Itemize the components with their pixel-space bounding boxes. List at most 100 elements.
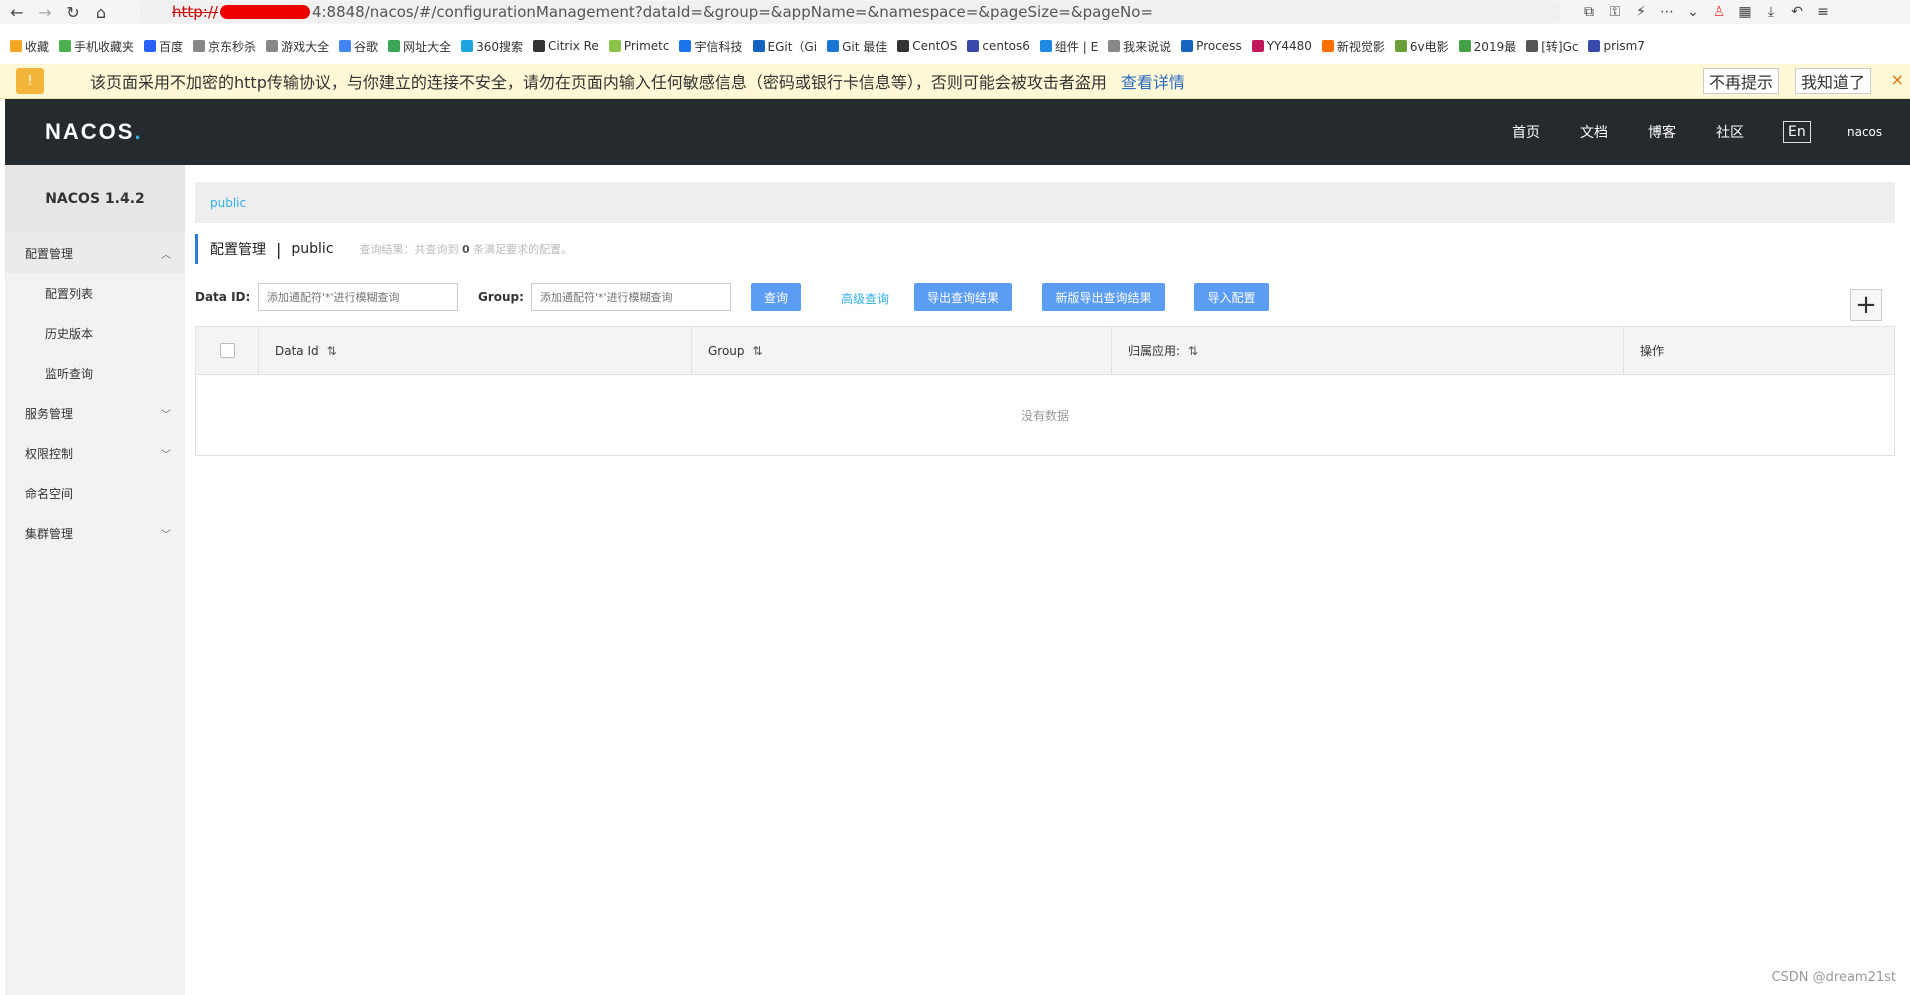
sidebar-item-listener-query[interactable]: 监听查询: [5, 353, 185, 393]
bookmark-icon: [679, 40, 692, 52]
group-input[interactable]: [531, 283, 731, 311]
bookmark-item[interactable]: Citrix Re: [533, 39, 599, 53]
bookmark-item[interactable]: 2019最: [1458, 38, 1516, 55]
bookmark-item[interactable]: 谷歌: [339, 38, 378, 55]
sort-icon[interactable]: ⇅: [327, 344, 337, 358]
download-icon[interactable]: ⤓: [1758, 1, 1784, 23]
bookmark-item[interactable]: Process: [1181, 39, 1242, 53]
bookmarks-bar: 收藏 手机收藏夹 百度 京东秒杀 游戏大全 谷歌 网址大全 360搜索 Citrix Re Pri…: [0, 34, 1910, 58]
export-results-button[interactable]: 导出查询结果: [914, 283, 1012, 311]
bookmark-item[interactable]: EGit（Gi: [752, 38, 817, 55]
user-name[interactable]: nacos: [1847, 99, 1882, 165]
import-config-button[interactable]: 导入配置: [1194, 283, 1269, 311]
query-button[interactable]: 查询: [751, 283, 801, 311]
sidebar-item-config-management[interactable]: 配置管理 ︿: [5, 233, 185, 273]
nav-home[interactable]: 首页: [1512, 99, 1540, 165]
bookmark-item[interactable]: 网址大全: [388, 38, 451, 55]
warning-icon: !: [16, 68, 44, 94]
bookmark-item[interactable]: 百度: [144, 38, 183, 55]
language-toggle[interactable]: En: [1783, 121, 1811, 143]
bookmark-item[interactable]: 360搜索: [461, 38, 523, 55]
bookmark-item[interactable]: Primetc: [608, 39, 669, 53]
reload-icon[interactable]: ↻: [62, 1, 84, 23]
sidebar-item-history-versions[interactable]: 历史版本: [5, 313, 185, 353]
bookmark-item[interactable]: 6v电影: [1394, 38, 1449, 55]
sidebar-item-config-list[interactable]: 配置列表: [5, 273, 185, 313]
bookmark-icon: [339, 40, 352, 52]
group-label: Group:: [478, 290, 524, 304]
address-bar[interactable]: http:// 4:8848/nacos/#/configurationMana…: [140, 1, 1560, 23]
namespace-public[interactable]: public: [210, 196, 246, 210]
sidebar-item-label: 配置列表: [45, 286, 94, 301]
column-app[interactable]: 归属应用: ⇅: [1112, 327, 1624, 374]
redacted-host: [219, 5, 310, 19]
nav-docs[interactable]: 文档: [1580, 99, 1608, 165]
watermark: CSDN @dream21st: [1771, 970, 1896, 985]
bookmark-icon: [1039, 40, 1052, 52]
sort-icon[interactable]: ⇅: [1188, 344, 1198, 358]
key-icon[interactable]: ⚿: [1602, 1, 1628, 23]
sidebar-item-label: 历史版本: [45, 326, 94, 341]
extension-icon[interactable]: ♙: [1706, 1, 1732, 23]
got-it-button[interactable]: 我知道了: [1795, 68, 1871, 94]
sidebar-menu: 配置管理 ︿ 配置列表历史版本监听查询服务管理 ﹀ 权限控制 ﹀ 命名空间 集群管理 ﹀: [5, 233, 185, 553]
chevron-down-icon[interactable]: ⌄: [1680, 1, 1706, 23]
bookmark-icon: [1526, 40, 1539, 52]
bookmark-item[interactable]: Git 最佳: [827, 38, 887, 55]
bookmark-item[interactable]: 我来说说: [1108, 38, 1171, 55]
nacos-logo[interactable]: NACOS.: [45, 119, 143, 145]
sidebar-item-service-management[interactable]: 服务管理 ﹀: [5, 393, 185, 433]
title-namespace: public: [291, 241, 334, 257]
bookmark-icon: [1108, 40, 1121, 52]
sidebar-item-permission-control[interactable]: 权限控制 ﹀: [5, 433, 185, 473]
undo-icon[interactable]: ↶: [1784, 1, 1810, 23]
bookmark-icon: [1394, 40, 1407, 52]
bookmark-item[interactable]: 收藏: [10, 38, 49, 55]
select-all-checkbox[interactable]: [219, 343, 235, 358]
query-result-hint: 查询结果：共查询到 0 条满足要求的配置。: [359, 243, 573, 256]
sidebar-item-cluster-management[interactable]: 集群管理 ﹀: [5, 513, 185, 553]
bookmark-item[interactable]: CentOS: [897, 39, 957, 53]
more-icon[interactable]: ⋯: [1654, 1, 1680, 23]
translate-icon[interactable]: ⧉: [1576, 1, 1602, 23]
bookmark-item[interactable]: 手机收藏夹: [59, 38, 134, 55]
advanced-query-link[interactable]: 高级查询: [841, 290, 889, 307]
warning-text: 该页面采用不加密的http传输协议，与你建立的连接不安全，请勿在页面内输入任何敏…: [90, 73, 1107, 92]
nav-blog[interactable]: 博客: [1648, 99, 1676, 165]
bookmark-item[interactable]: 新视觉影: [1321, 38, 1385, 55]
bookmark-item[interactable]: prism7: [1588, 39, 1645, 53]
bookmark-item[interactable]: 游戏大全: [266, 38, 329, 55]
menu-icon[interactable]: ≡: [1810, 1, 1836, 23]
forward-icon[interactable]: →: [34, 1, 56, 23]
close-icon[interactable]: ×: [1891, 70, 1904, 89]
sidebar-item-namespace[interactable]: 命名空间: [5, 473, 185, 513]
bookmark-item[interactable]: 宇信科技: [679, 38, 743, 55]
title-separator: |: [276, 239, 282, 259]
column-data-id[interactable]: Data Id ⇅: [259, 327, 692, 374]
bookmark-icon: [967, 40, 980, 52]
no-remind-button[interactable]: 不再提示: [1703, 68, 1779, 94]
dataid-input[interactable]: [258, 283, 458, 311]
bookmark-icon: [1458, 40, 1471, 52]
apps-grid-icon[interactable]: ▦: [1732, 1, 1758, 23]
add-config-button[interactable]: +: [1850, 289, 1882, 321]
view-details-link[interactable]: 查看详情: [1121, 69, 1185, 93]
nav-community[interactable]: 社区: [1716, 99, 1744, 165]
filter-bar: Data ID: Group: 查询 高级查询 导出查询结果 新版导出查询结果 …: [195, 283, 1895, 313]
bookmark-item[interactable]: centos6: [967, 39, 1030, 53]
column-group[interactable]: Group ⇅: [692, 327, 1112, 374]
url-protocol: http://: [172, 3, 218, 21]
sort-icon[interactable]: ⇅: [753, 344, 763, 358]
bookmark-icon: [144, 40, 157, 52]
sidebar-item-label: 权限控制: [25, 446, 74, 461]
back-icon[interactable]: ←: [6, 1, 28, 23]
bookmark-item[interactable]: YY4480: [1251, 39, 1312, 53]
bookmark-item[interactable]: 京东秒杀: [193, 38, 256, 55]
home-icon[interactable]: ⌂: [90, 1, 112, 23]
bookmark-item[interactable]: [转]Gc: [1526, 38, 1578, 55]
bookmark-icon: [752, 40, 765, 52]
bookmark-item[interactable]: 组件 | E: [1039, 38, 1098, 55]
new-export-results-button[interactable]: 新版导出查询结果: [1042, 283, 1165, 311]
sidebar-item-label: 监听查询: [45, 366, 94, 381]
lightning-icon[interactable]: ⚡: [1628, 1, 1654, 23]
